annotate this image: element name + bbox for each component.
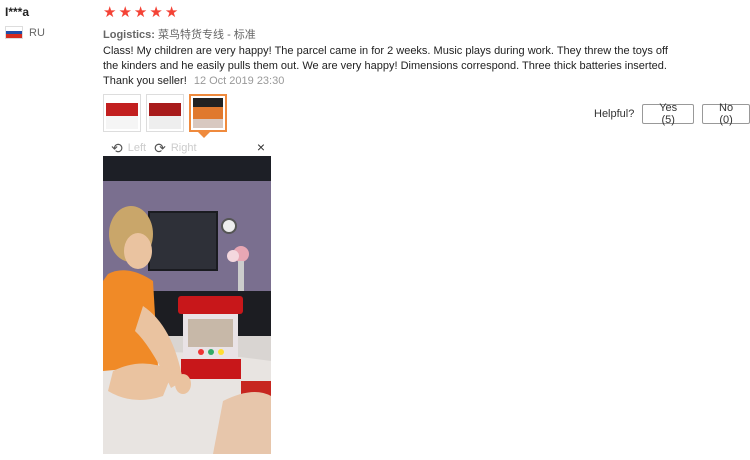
rating-stars: ★ ★ ★ ★ ★ — [103, 5, 178, 20]
review-photo — [103, 156, 271, 454]
review-date: 12 Oct 2019 23:30 — [193, 75, 285, 87]
rotate-right-button[interactable]: ⟳ Right — [154, 141, 196, 155]
image-viewer-toolbar: ⟲ Left ⟳ Right × — [103, 139, 271, 155]
helpful-label: Helpful? — [594, 108, 635, 120]
country-code: RU — [29, 26, 45, 39]
logistics-info: Logistics: 菜鸟特货专线 - 标准 — [103, 26, 256, 42]
review-body: Class! My children are very happy! The p… — [103, 44, 683, 89]
helpful-no-button[interactable]: No (0) — [702, 102, 750, 126]
review-thumbnail[interactable] — [103, 94, 141, 132]
logistics-label: Logistics: — [103, 29, 155, 41]
reviewer-country: RU — [5, 26, 45, 39]
thumbnail-image — [149, 97, 181, 129]
rotate-left-button[interactable]: ⟲ Left — [111, 141, 146, 155]
reviewer-name: I***a — [5, 5, 30, 19]
thumbnail-image — [106, 97, 138, 129]
rotate-right-icon: ⟳ — [154, 139, 166, 156]
star-icon: ★ — [118, 4, 132, 21]
rotate-right-label: Right — [170, 141, 197, 154]
star-icon: ★ — [164, 4, 179, 21]
rotate-left-label: Left — [127, 141, 147, 154]
close-icon[interactable]: × — [257, 139, 265, 155]
russia-flag-icon — [5, 26, 23, 39]
review-thumbnail-selected[interactable] — [189, 94, 227, 132]
star-icon: ★ — [133, 4, 148, 21]
selected-thumbnail-caret — [198, 132, 210, 138]
helpful-vote: Helpful? Yes (5) No (0) — [594, 102, 750, 126]
review-text: Class! My children are very happy! The p… — [103, 45, 668, 87]
logistics-value: 菜鸟特货专线 - 标准 — [158, 29, 256, 41]
rotate-left-icon: ⟲ — [111, 139, 123, 156]
review-photo-image — [103, 156, 271, 454]
thumbnail-image — [193, 98, 223, 128]
star-icon: ★ — [149, 4, 163, 21]
review-thumbnail[interactable] — [146, 94, 184, 132]
helpful-yes-button[interactable]: Yes (5) — [642, 102, 695, 126]
review-thumbnails — [103, 94, 227, 132]
star-icon: ★ — [103, 4, 117, 21]
